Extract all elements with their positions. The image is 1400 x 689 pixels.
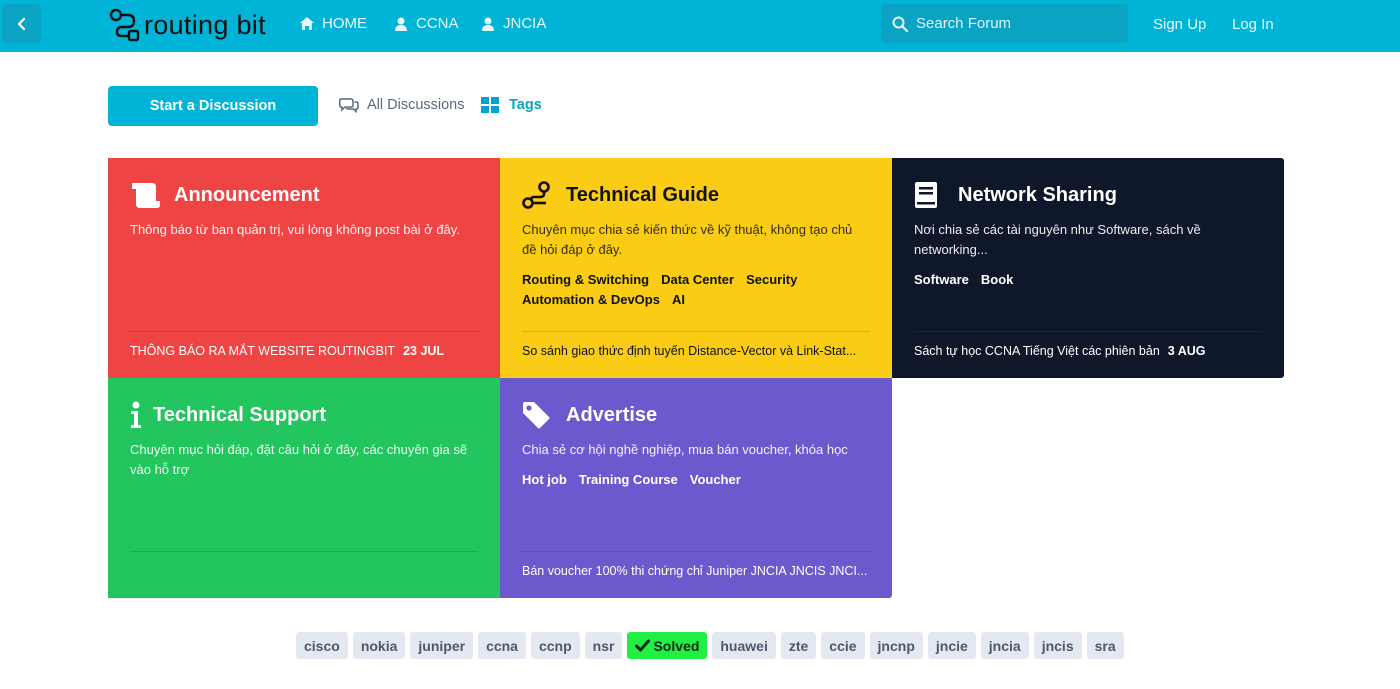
tag-zte[interactable]: zte bbox=[780, 632, 817, 659]
tile-title-text: Technical Support bbox=[153, 403, 326, 426]
search-icon bbox=[892, 16, 908, 32]
tile-last-post[interactable]: Sách tự học CCNA Tiếng Việt các phiên bả… bbox=[914, 331, 1262, 358]
tag-ccna[interactable]: ccna bbox=[478, 632, 526, 659]
logo-text: routing bit bbox=[144, 9, 266, 40]
tag-link[interactable]: Book bbox=[981, 270, 1014, 290]
tag-jncis[interactable]: jncis bbox=[1033, 632, 1082, 659]
tag-link[interactable]: Routing & Switching bbox=[522, 270, 649, 290]
search-box[interactable] bbox=[881, 4, 1128, 43]
tag-solved-label: Solved bbox=[653, 637, 700, 654]
nav-ccna-label: CCNA bbox=[416, 15, 459, 32]
home-icon bbox=[300, 16, 314, 30]
check-icon bbox=[635, 639, 651, 652]
tag-jncia[interactable]: jncia bbox=[980, 632, 1029, 659]
tile-last-post[interactable]: Bán voucher 100% thi chứng chỉ Juniper J… bbox=[522, 551, 870, 578]
tile-announcement[interactable]: Announcement Thông báo từ ban quản trị, … bbox=[108, 158, 500, 378]
tag-ccie[interactable]: ccie bbox=[821, 632, 865, 659]
nav-home-label: HOME bbox=[322, 15, 367, 32]
tile-tags: Hot job Training Course Voucher bbox=[522, 470, 870, 490]
start-discussion-button[interactable]: Start a Discussion bbox=[108, 86, 318, 126]
tile-tags: Routing & Switching Data Center Security A… bbox=[522, 270, 870, 310]
tile-description: Chuyên mục chia sẻ kiến thức về kỹ thuật… bbox=[522, 222, 853, 257]
tile-tags: Software Book bbox=[914, 270, 1262, 290]
tag-link[interactable]: Automation & DevOps bbox=[522, 290, 660, 310]
tile-title: Technical Support bbox=[130, 400, 478, 430]
last-post-date: 3 AUG bbox=[1167, 344, 1206, 358]
last-post-title: THÔNG BÁO RA MẮT WEBSITE ROUTINGBIT bbox=[130, 344, 396, 358]
tile-description: Chia sẻ cơ hội nghề nghiệp, mua bán vouc… bbox=[522, 442, 848, 457]
tags-link[interactable]: Tags bbox=[481, 97, 542, 113]
tag-link[interactable]: AI bbox=[672, 290, 685, 310]
tag-jncie[interactable]: jncie bbox=[927, 632, 976, 659]
chevron-left-icon bbox=[17, 17, 25, 30]
tile-network-sharing[interactable]: Network Sharing Nơi chia sẻ các tài nguy… bbox=[892, 158, 1284, 378]
last-post-title: Bán voucher 100% thi chứng chỉ Juniper J… bbox=[522, 564, 868, 578]
tile-advertise[interactable]: Advertise Chia sẻ cơ hội nghề nghiệp, mu… bbox=[500, 378, 892, 598]
tag-sra[interactable]: sra bbox=[1086, 632, 1124, 659]
top-bar: routing bit HOME CCNA JNCIA Sign Up Log … bbox=[0, 0, 1400, 52]
tile-description: Chuyên mục hỏi đáp, đặt câu hỏi ở đây, c… bbox=[130, 442, 468, 477]
all-discussions-link[interactable]: All Discussions bbox=[339, 97, 465, 113]
search-input[interactable] bbox=[916, 15, 1116, 32]
tile-title: Announcement bbox=[130, 180, 478, 210]
nav-jncia-label: JNCIA bbox=[503, 15, 547, 32]
tag-link[interactable]: Voucher bbox=[690, 470, 741, 490]
user-icon bbox=[395, 17, 407, 31]
tag-solved[interactable]: Solved bbox=[627, 632, 708, 659]
last-post-date: 23 JUL bbox=[403, 344, 445, 358]
tags-label: Tags bbox=[509, 97, 542, 113]
scroll-icon bbox=[130, 180, 164, 210]
signup-link[interactable]: Sign Up bbox=[1153, 16, 1206, 33]
tag-link[interactable]: Training Course bbox=[579, 470, 678, 490]
route-logo-icon bbox=[109, 8, 140, 42]
tile-description: Thông báo từ ban quản trị, vui lòng khôn… bbox=[130, 222, 460, 237]
nav-home[interactable]: HOME bbox=[299, 15, 367, 32]
tag-ccnp[interactable]: ccnp bbox=[530, 632, 580, 659]
site-logo[interactable]: routing bit bbox=[108, 8, 266, 42]
tile-title: Advertise bbox=[522, 400, 870, 430]
comments-icon bbox=[339, 98, 359, 113]
tile-last-post[interactable]: THÔNG BÁO RA MẮT WEBSITE ROUTINGBIT 23 JU… bbox=[130, 331, 478, 358]
grid-icon bbox=[481, 97, 499, 113]
all-discussions-label: All Discussions bbox=[367, 97, 465, 113]
tag-juniper[interactable]: juniper bbox=[410, 632, 474, 659]
tile-title-text: Network Sharing bbox=[958, 183, 1117, 206]
last-post-title: So sánh giao thức định tuyến Distance-Ve… bbox=[522, 344, 857, 358]
tile-title: Technical Guide bbox=[522, 180, 870, 210]
info-icon bbox=[130, 400, 144, 430]
tile-last-post[interactable] bbox=[130, 551, 478, 564]
tile-technical-guide[interactable]: Technical Guide Chuyên mục chia sẻ kiến … bbox=[500, 158, 892, 378]
tag-link[interactable]: Data Center bbox=[661, 270, 734, 290]
tag-huawei[interactable]: huawei bbox=[712, 632, 776, 659]
tag-nokia[interactable]: nokia bbox=[352, 632, 406, 659]
last-post-title: Sách tự học CCNA Tiếng Việt các phiên bả… bbox=[914, 344, 1160, 358]
tag-link[interactable]: Security bbox=[746, 270, 797, 290]
tag-jncnp[interactable]: jncnp bbox=[869, 632, 923, 659]
tile-title-text: Technical Guide bbox=[566, 183, 719, 206]
tag-nsr[interactable]: nsr bbox=[584, 632, 623, 659]
user-icon bbox=[482, 17, 494, 31]
tile-last-post[interactable]: So sánh giao thức định tuyến Distance-Ve… bbox=[522, 331, 870, 358]
tag-cisco[interactable]: cisco bbox=[296, 632, 348, 659]
tag-link[interactable]: Hot job bbox=[522, 470, 567, 490]
nav-ccna[interactable]: CCNA bbox=[393, 15, 459, 32]
tile-title-text: Advertise bbox=[566, 403, 658, 426]
login-link[interactable]: Log In bbox=[1232, 16, 1274, 33]
tag-cloud: cisco nokia juniper ccna ccnp nsr Solved… bbox=[296, 632, 1124, 659]
tag-icon bbox=[522, 400, 556, 430]
tile-title: Network Sharing bbox=[914, 180, 1262, 210]
tile-description: Nơi chia sẻ các tài nguyên như Software,… bbox=[914, 222, 1201, 257]
tile-technical-support[interactable]: Technical Support Chuyên mục hỏi đáp, đặ… bbox=[108, 378, 500, 598]
nav-jncia[interactable]: JNCIA bbox=[480, 15, 546, 32]
book-icon bbox=[914, 180, 948, 210]
back-button[interactable] bbox=[2, 4, 41, 43]
tile-title-text: Announcement bbox=[174, 183, 320, 206]
route-icon bbox=[522, 180, 556, 210]
tag-link[interactable]: Software bbox=[914, 270, 969, 290]
